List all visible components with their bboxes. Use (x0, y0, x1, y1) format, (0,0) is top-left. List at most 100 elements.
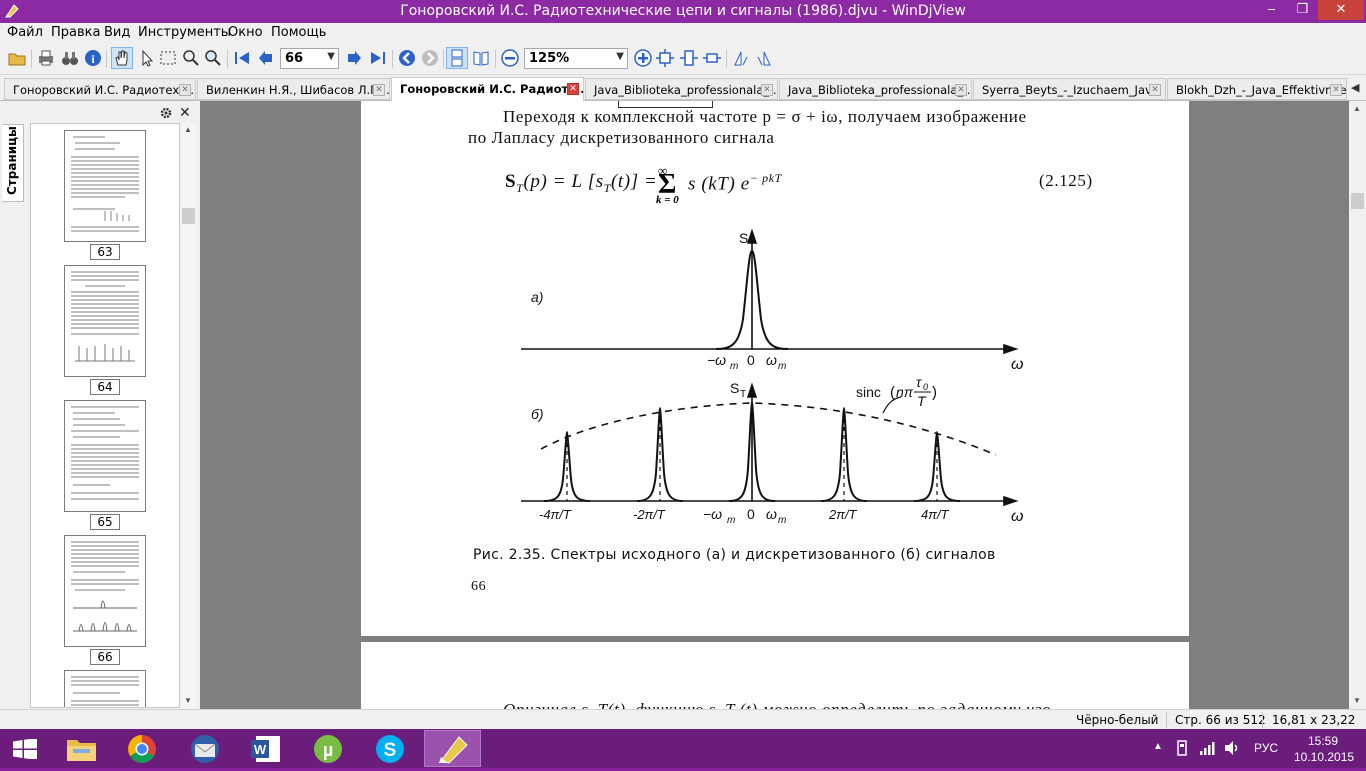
scroll-down-icon[interactable]: ▼ (1353, 696, 1361, 705)
document-view[interactable]: Переходя к комплексной частоте p = σ + i… (200, 101, 1349, 709)
minimize-button[interactable]: ‒ (1258, 0, 1285, 20)
actual-size-icon[interactable] (703, 49, 721, 67)
thumbnail-page-number[interactable]: 66 (90, 649, 120, 665)
page-thumbnail[interactable] (64, 130, 146, 242)
taskbar-skype[interactable]: S (362, 730, 419, 767)
thumbnail-page-number[interactable]: 64 (90, 379, 120, 395)
close-window-button[interactable]: ✕ (1318, 0, 1364, 20)
close-tab-icon[interactable]: ✕ (1330, 84, 1342, 96)
gear-icon[interactable] (159, 106, 173, 120)
scroll-up-icon[interactable]: ▲ (184, 125, 192, 134)
close-tab-icon[interactable]: ✕ (1149, 84, 1161, 96)
tab-document[interactable]: Java_Biblioteka_professionala_... ✕ (779, 78, 972, 100)
scroll-up-icon[interactable]: ▲ (1353, 104, 1361, 113)
page-number-combo[interactable]: 66 ▼ (280, 48, 339, 69)
menu-view[interactable]: Вид (104, 25, 130, 40)
page-thumbnail[interactable] (64, 670, 146, 707)
magnify-icon[interactable] (204, 49, 222, 67)
tab-document[interactable]: Syerra_Beyts_-_Izuchaem_Jav... ✕ (973, 78, 1166, 100)
taskbar-thunderbird[interactable] (176, 730, 233, 767)
tray-expand-icon[interactable]: ▲ (1153, 741, 1163, 752)
close-tab-icon[interactable]: ✕ (373, 84, 385, 96)
sinc-numerator: τ (916, 374, 922, 390)
windows-start-icon[interactable] (13, 739, 37, 759)
menu-tools[interactable]: Инструменты (138, 25, 231, 40)
page-thumbnail[interactable] (64, 400, 146, 512)
scrollbar-thumb[interactable] (182, 208, 195, 224)
tab-document[interactable]: Java_Biblioteka_professionala_... ✕ (585, 78, 778, 100)
tick-label: −ω (703, 506, 722, 522)
input-language[interactable]: РУС (1254, 741, 1278, 755)
word-icon: W (251, 736, 280, 762)
thumbnail-preview (71, 676, 139, 706)
rect-select-icon[interactable] (159, 49, 177, 67)
tab-document[interactable]: Гоноровский И.С. Радиотехн... ✕ (4, 78, 196, 100)
taskbar-chrome[interactable] (114, 730, 171, 767)
clock-date[interactable]: 10.10.2015 (1294, 750, 1354, 764)
page-thumbnail[interactable] (64, 265, 146, 377)
taskbar-utorrent[interactable]: µ (300, 730, 357, 767)
rotate-right-icon[interactable] (755, 49, 773, 67)
axis-label-st-sub: T (740, 389, 746, 400)
maximize-button[interactable]: ❐ (1289, 0, 1316, 20)
volume-icon[interactable] (1224, 740, 1240, 756)
taskbar-word[interactable]: W (238, 730, 295, 767)
hand-tool-icon[interactable] (113, 49, 131, 67)
document-scrollbar[interactable]: ▲ ▼ (1349, 101, 1366, 709)
usb-device-icon[interactable] (1175, 740, 1189, 756)
menu-edit[interactable]: Правка (51, 25, 100, 40)
windjview-icon (439, 736, 468, 764)
close-tab-icon[interactable]: ✕ (761, 84, 773, 96)
tab-document[interactable]: Blokh_Dzh_-_Java_Effektivnoe... ✕ (1167, 78, 1347, 100)
tab-document[interactable]: Виленкин Н.Я., Шибасов Л.П.... ✕ (197, 78, 390, 100)
scrollbar-thumb[interactable] (1351, 193, 1364, 209)
zoom-out-icon[interactable] (501, 49, 519, 67)
thumbnail-list[interactable]: 63 64 65 66 (30, 123, 180, 708)
chevron-down-icon[interactable]: ▼ (616, 51, 624, 62)
open-folder-icon[interactable] (8, 49, 26, 67)
next-page-icon[interactable] (345, 49, 363, 67)
chevron-down-icon[interactable]: ▼ (327, 51, 335, 62)
find-binoculars-icon[interactable] (61, 49, 79, 67)
tab-scroll-left-icon[interactable]: ◀ (1351, 81, 1363, 97)
zoom-rect-icon[interactable] (182, 49, 200, 67)
pages-side-tab[interactable]: Страницы (2, 124, 24, 202)
taskbar-explorer[interactable] (53, 730, 110, 767)
prev-page-icon[interactable] (257, 49, 275, 67)
close-tab-icon[interactable]: ✕ (955, 84, 967, 96)
page-thumbnail-current[interactable] (64, 535, 146, 647)
print-icon[interactable] (37, 49, 55, 67)
first-page-icon[interactable] (233, 49, 251, 67)
back-icon[interactable] (398, 49, 416, 67)
close-tab-icon[interactable]: ✕ (179, 84, 191, 96)
tick-label: ω (766, 352, 777, 368)
menu-help[interactable]: Помощь (271, 25, 326, 40)
menu-file[interactable]: Файл (7, 25, 43, 40)
fit-width-icon[interactable] (680, 49, 698, 67)
rotate-left-icon[interactable] (732, 49, 750, 67)
thumbnail-page-number[interactable]: 65 (90, 514, 120, 530)
formula-text: (t)] = (610, 171, 658, 192)
continuous-layout-icon[interactable] (448, 49, 466, 67)
last-page-icon[interactable] (369, 49, 387, 67)
pages-tab-label: Страницы (5, 126, 19, 195)
text-select-icon[interactable] (137, 49, 155, 67)
zoom-in-icon[interactable] (634, 49, 652, 67)
close-panel-icon[interactable]: ✕ (179, 104, 191, 121)
facing-pages-icon[interactable] (472, 49, 490, 67)
tick-label: 2π/T (828, 507, 858, 522)
close-tab-icon[interactable]: ✕ (567, 83, 579, 95)
forward-icon[interactable] (421, 49, 439, 67)
title-bar: Гоноровский И.С. Радиотехнические цепи и… (0, 0, 1366, 23)
taskbar-windjview[interactable] (424, 730, 481, 767)
tab-document-active[interactable]: Гоноровский И.С. Радиоте... ✕ (391, 77, 584, 101)
fit-page-icon[interactable] (656, 49, 674, 67)
clock-time[interactable]: 15:59 (1308, 734, 1338, 748)
scroll-down-icon[interactable]: ▼ (184, 696, 192, 705)
signal-strength-icon[interactable] (1199, 740, 1215, 756)
thumbnail-scrollbar[interactable]: ▲ ▼ (181, 123, 196, 708)
info-icon[interactable]: i (84, 49, 102, 67)
menu-window[interactable]: Окно (228, 25, 263, 40)
zoom-combo[interactable]: 125% ▼ (524, 48, 628, 69)
thumbnail-page-number[interactable]: 63 (90, 244, 120, 260)
